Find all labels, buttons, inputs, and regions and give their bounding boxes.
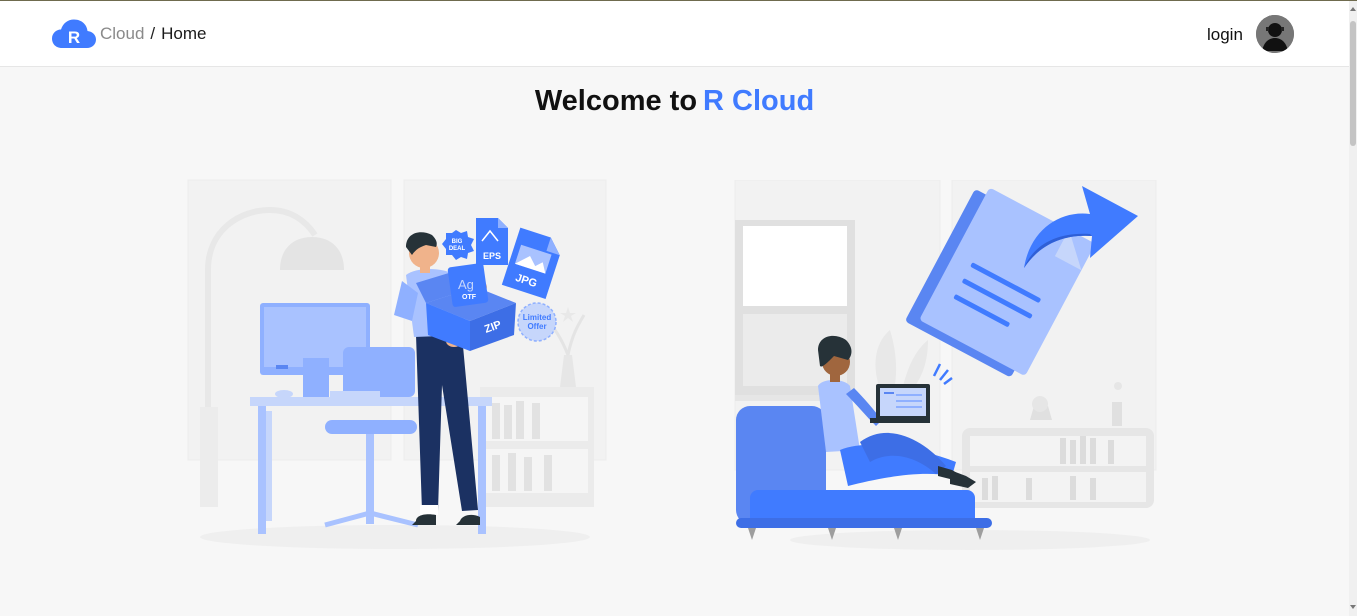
otf-label: OTF — [462, 294, 477, 301]
scroll-thumb[interactable] — [1350, 21, 1356, 146]
top-navbar: R Cloud / Home login — [0, 1, 1349, 67]
brand: R Cloud / Home — [52, 19, 207, 49]
scroll-up-arrow-icon[interactable] — [1350, 7, 1356, 11]
avatar[interactable] — [1256, 15, 1294, 53]
files-box-illustration: ZIP Ag OTF BIG DEAL EPS JPG Limited Offe… — [187, 179, 607, 549]
hero-title: Welcome to R Cloud — [0, 85, 1349, 118]
breadcrumb-current: Home — [161, 24, 207, 43]
offer-label-line2: Offer — [527, 322, 546, 331]
eps-label: EPS — [483, 251, 501, 261]
hero-title-prefix: Welcome to — [534, 85, 698, 117]
breadcrumb-separator: / — [150, 24, 156, 43]
scroll-down-arrow-icon[interactable] — [1350, 605, 1356, 609]
hero-title-brand: R Cloud — [703, 85, 815, 117]
login-link[interactable]: login — [1207, 25, 1243, 45]
breadcrumb: Cloud / Home — [100, 19, 207, 49]
big-deal-label-line2: DEAL — [449, 246, 466, 252]
offer-label-line1: Limited — [523, 313, 552, 322]
logo-letter: R — [68, 28, 80, 47]
file-share-illustration — [734, 180, 1157, 550]
page-scrollbar[interactable] — [1349, 1, 1357, 616]
big-deal-label-line1: BIG — [452, 239, 463, 245]
avatar-icon — [1256, 15, 1294, 53]
breadcrumb-parent[interactable]: Cloud — [100, 24, 144, 44]
font-sample-label: Ag — [458, 277, 474, 292]
cloud-logo-icon[interactable]: R — [52, 19, 96, 49]
